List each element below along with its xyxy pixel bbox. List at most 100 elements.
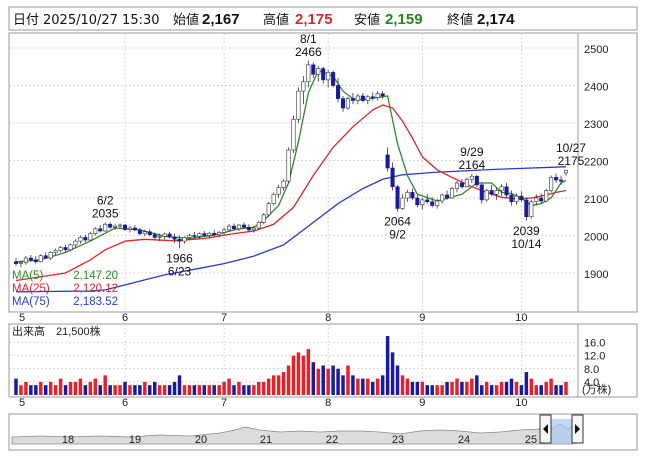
price-tick-label: 2400 [584, 82, 608, 94]
volume-bar [291, 355, 296, 395]
volume-bar [514, 381, 519, 395]
volume-bar [162, 385, 167, 395]
volume-bar [271, 375, 276, 395]
candle-body [236, 224, 242, 230]
candle-body [336, 85, 341, 99]
annotation-price: 2035 [92, 206, 119, 220]
volume-label: 出来高 [12, 324, 45, 338]
navigator-year-label: 22 [326, 434, 338, 446]
volume-bar [39, 381, 43, 395]
volume-bar [316, 368, 320, 395]
month-tick-label: 7 [221, 397, 227, 409]
candle-body [504, 186, 509, 196]
candle-body [212, 232, 217, 236]
volume-bar [410, 381, 415, 395]
candle-body [355, 95, 360, 101]
candle-body [385, 154, 390, 169]
volume-bar [286, 365, 291, 395]
candle-body [207, 232, 212, 236]
candle-body [162, 233, 167, 237]
month-axis-top: 5 6 7 8 9 10 [19, 312, 528, 324]
volume-bar [371, 381, 375, 395]
volume-bar [113, 385, 117, 395]
candle-body [222, 229, 227, 233]
volume-bar [475, 375, 479, 395]
candle-body [345, 98, 351, 109]
volume-tick-label: 8.0 [584, 364, 599, 376]
volume-bar [43, 385, 48, 395]
candle-body [544, 190, 549, 202]
ma5-legend-label: MA(5) [12, 270, 43, 282]
candle-body [177, 238, 182, 242]
volume-bar [217, 385, 221, 395]
open-label: 始値 [173, 12, 199, 28]
ma75-legend-value: 2,183.52 [73, 296, 118, 308]
candle-body [529, 201, 534, 218]
navigator-year-label: 19 [129, 434, 141, 446]
volume-bar [504, 381, 509, 395]
volume-bar [182, 385, 187, 395]
volume-bar [197, 385, 202, 395]
volume-bar [529, 378, 534, 395]
volume-bar [148, 385, 152, 395]
candle-body [246, 226, 251, 231]
candle-body [464, 178, 469, 188]
candle-body [251, 227, 256, 231]
candle-body [63, 247, 68, 251]
volume-bar [549, 378, 553, 395]
volume-bar [103, 375, 107, 395]
candle-body [217, 232, 222, 236]
candle-body [118, 224, 123, 227]
volume-bar [524, 372, 529, 395]
volume-bar [341, 375, 345, 395]
ma5-legend-value: 2,147.20 [73, 270, 118, 282]
candle-body [559, 179, 564, 182]
volume-bar [14, 378, 18, 395]
candle-body [400, 197, 405, 209]
volume-bar [167, 385, 172, 395]
candle-body [38, 255, 43, 263]
volume-bar [29, 385, 33, 395]
candle-body [192, 235, 197, 237]
candle-body [380, 93, 385, 97]
volume-unit: (万株) [582, 382, 611, 396]
month-tick-label: 8 [325, 312, 331, 324]
volume-bar [266, 378, 271, 395]
volume-bar [133, 385, 137, 395]
candle-body [365, 96, 370, 101]
candle-body [321, 68, 326, 81]
candle-body [539, 197, 544, 202]
candle-body [182, 237, 187, 242]
volume-bar [281, 372, 286, 395]
navigator-year-label: 23 [392, 434, 404, 446]
candle-body [137, 229, 142, 234]
candle-body [43, 255, 48, 259]
volume-bar [499, 381, 504, 395]
high-label: 高値 [263, 12, 289, 28]
navigator-year-label: 21 [260, 434, 272, 446]
date-value: 2025/10/27 15:30 [43, 13, 160, 28]
volume-bar [88, 381, 93, 395]
annotation-date: 8/1 [300, 32, 317, 46]
candle-body [48, 252, 53, 259]
navigator-year-label: 25 [525, 434, 537, 446]
volume-bar [425, 385, 429, 395]
annotation-date: 6/23 [168, 264, 192, 278]
candle-body [296, 90, 301, 120]
volume-bar [296, 352, 301, 395]
candle-body [440, 194, 445, 202]
volume-bar [390, 352, 395, 395]
navigator-year-label: 18 [62, 434, 74, 446]
volume-bar [440, 385, 444, 395]
candle-body [88, 233, 93, 241]
volume-bar [48, 381, 53, 395]
annotation-price: 2175 [558, 154, 585, 168]
volume-bar [351, 375, 355, 395]
volume-bar [455, 378, 459, 395]
volume-bar [554, 385, 558, 395]
volume-bar [366, 378, 370, 395]
volume-bar [460, 381, 464, 395]
volume-bar [252, 385, 256, 395]
volume-bar [118, 385, 122, 395]
ma25-legend-value: 2,120.12 [73, 283, 118, 295]
